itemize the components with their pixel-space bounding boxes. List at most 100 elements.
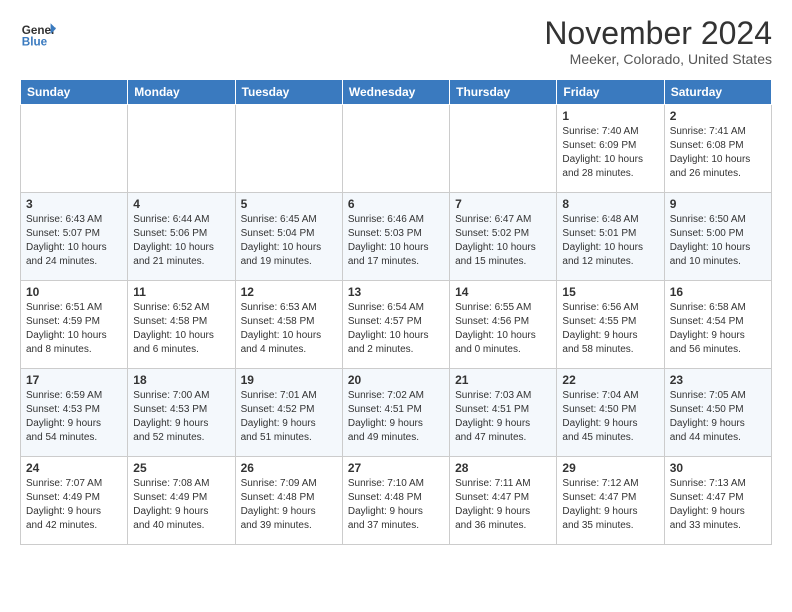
- day-cell-4-4: 28Sunrise: 7:11 AM Sunset: 4:47 PM Dayli…: [450, 457, 557, 545]
- day-cell-0-5: 1 Sunrise: 7:40 AM Sunset: 6:09 PM Daylig…: [557, 105, 664, 193]
- day-number-23: 23: [670, 373, 766, 387]
- day-info-10: Sunrise: 6:51 AM Sunset: 4:59 PM Dayligh…: [26, 301, 122, 357]
- day-number-16: 16: [670, 285, 766, 299]
- day-cell-3-0: 17 Sunrise: 6:59 AM Sunset: 4:53 PM Dayli…: [21, 369, 128, 457]
- day-cell-2-0: 10 Sunrise: 6:51 AM Sunset: 4:59 PM Dayli…: [21, 281, 128, 369]
- day-number-5: 5: [241, 197, 337, 211]
- header-thursday: Thursday: [450, 80, 557, 105]
- day-info-26: Sunrise: 7:09 AM Sunset: 4:48 PM Dayligh…: [241, 477, 337, 533]
- day-number-10: 10: [26, 285, 122, 299]
- day-cell-1-3: 6 Sunrise: 6:46 AM Sunset: 5:03 PM Daylig…: [342, 193, 449, 281]
- day-info-8: Sunrise: 6:48 AM Sunset: 5:01 PM Dayligh…: [562, 213, 658, 269]
- day-number-15: 15: [562, 285, 658, 299]
- day-number-18: 18: [133, 373, 229, 387]
- day-info-11: Sunrise: 6:52 AM Sunset: 4:58 PM Dayligh…: [133, 301, 229, 357]
- month-title: November 2024: [544, 16, 772, 51]
- week-row-0: 1 Sunrise: 7:40 AM Sunset: 6:09 PM Daylig…: [21, 105, 772, 193]
- day-number-9: 9: [670, 197, 766, 211]
- day-number-6: 6: [348, 197, 444, 211]
- day-info-25: Sunrise: 7:08 AM Sunset: 4:49 PM Dayligh…: [133, 477, 229, 533]
- day-number-20: 20: [348, 373, 444, 387]
- day-info-27: Sunrise: 7:10 AM Sunset: 4:48 PM Dayligh…: [348, 477, 444, 533]
- day-number-11: 11: [133, 285, 229, 299]
- logo: General Blue: [20, 16, 56, 52]
- day-cell-2-6: 16 Sunrise: 6:58 AM Sunset: 4:54 PM Dayli…: [664, 281, 771, 369]
- day-info-1: Sunrise: 7:40 AM Sunset: 6:09 PM Dayligh…: [562, 125, 658, 181]
- weekday-header-row: Sunday Monday Tuesday Wednesday Thursday…: [21, 80, 772, 105]
- day-cell-0-1: [128, 105, 235, 193]
- day-cell-1-1: 4Sunrise: 6:44 AM Sunset: 5:06 PM Daylig…: [128, 193, 235, 281]
- week-row-1: 3 Sunrise: 6:43 AM Sunset: 5:07 PM Daylig…: [21, 193, 772, 281]
- day-info-6: Sunrise: 6:46 AM Sunset: 5:03 PM Dayligh…: [348, 213, 444, 269]
- day-number-27: 27: [348, 461, 444, 475]
- day-cell-2-2: 12Sunrise: 6:53 AM Sunset: 4:58 PM Dayli…: [235, 281, 342, 369]
- day-info-14: Sunrise: 6:55 AM Sunset: 4:56 PM Dayligh…: [455, 301, 551, 357]
- day-info-30: Sunrise: 7:13 AM Sunset: 4:47 PM Dayligh…: [670, 477, 766, 533]
- day-cell-3-4: 21 Sunrise: 7:03 AM Sunset: 4:51 PM Dayli…: [450, 369, 557, 457]
- day-cell-3-3: 20 Sunrise: 7:02 AM Sunset: 4:51 PM Dayli…: [342, 369, 449, 457]
- day-number-28: 28: [455, 461, 551, 475]
- day-info-23: Sunrise: 7:05 AM Sunset: 4:50 PM Dayligh…: [670, 389, 766, 445]
- day-number-21: 21: [455, 373, 551, 387]
- day-number-8: 8: [562, 197, 658, 211]
- day-info-2: Sunrise: 7:41 AM Sunset: 6:08 PM Dayligh…: [670, 125, 766, 181]
- day-info-5: Sunrise: 6:45 AM Sunset: 5:04 PM Dayligh…: [241, 213, 337, 269]
- day-info-16: Sunrise: 6:58 AM Sunset: 4:54 PM Dayligh…: [670, 301, 766, 357]
- header-friday: Friday: [557, 80, 664, 105]
- day-cell-3-5: 22Sunrise: 7:04 AM Sunset: 4:50 PM Dayli…: [557, 369, 664, 457]
- header-wednesday: Wednesday: [342, 80, 449, 105]
- day-info-18: Sunrise: 7:00 AM Sunset: 4:53 PM Dayligh…: [133, 389, 229, 445]
- day-cell-4-1: 25 Sunrise: 7:08 AM Sunset: 4:49 PM Dayli…: [128, 457, 235, 545]
- day-info-17: Sunrise: 6:59 AM Sunset: 4:53 PM Dayligh…: [26, 389, 122, 445]
- calendar-table: Sunday Monday Tuesday Wednesday Thursday…: [20, 79, 772, 545]
- day-cell-4-0: 24 Sunrise: 7:07 AM Sunset: 4:49 PM Dayli…: [21, 457, 128, 545]
- day-info-21: Sunrise: 7:03 AM Sunset: 4:51 PM Dayligh…: [455, 389, 551, 445]
- day-number-12: 12: [241, 285, 337, 299]
- header-sunday: Sunday: [21, 80, 128, 105]
- day-info-19: Sunrise: 7:01 AM Sunset: 4:52 PM Dayligh…: [241, 389, 337, 445]
- header-tuesday: Tuesday: [235, 80, 342, 105]
- day-number-24: 24: [26, 461, 122, 475]
- day-info-9: Sunrise: 6:50 AM Sunset: 5:00 PM Dayligh…: [670, 213, 766, 269]
- day-number-3: 3: [26, 197, 122, 211]
- day-cell-1-4: 7Sunrise: 6:47 AM Sunset: 5:02 PM Daylig…: [450, 193, 557, 281]
- day-number-13: 13: [348, 285, 444, 299]
- day-info-3: Sunrise: 6:43 AM Sunset: 5:07 PM Dayligh…: [26, 213, 122, 269]
- day-number-4: 4: [133, 197, 229, 211]
- header-saturday: Saturday: [664, 80, 771, 105]
- logo-icon: General Blue: [20, 16, 56, 52]
- week-row-3: 17 Sunrise: 6:59 AM Sunset: 4:53 PM Dayli…: [21, 369, 772, 457]
- day-number-29: 29: [562, 461, 658, 475]
- day-info-22: Sunrise: 7:04 AM Sunset: 4:50 PM Dayligh…: [562, 389, 658, 445]
- day-cell-2-1: 11 Sunrise: 6:52 AM Sunset: 4:58 PM Dayli…: [128, 281, 235, 369]
- day-cell-3-6: 23 Sunrise: 7:05 AM Sunset: 4:50 PM Dayli…: [664, 369, 771, 457]
- day-cell-0-0: [21, 105, 128, 193]
- day-number-30: 30: [670, 461, 766, 475]
- day-info-13: Sunrise: 6:54 AM Sunset: 4:57 PM Dayligh…: [348, 301, 444, 357]
- day-cell-2-3: 13 Sunrise: 6:54 AM Sunset: 4:57 PM Dayli…: [342, 281, 449, 369]
- day-info-7: Sunrise: 6:47 AM Sunset: 5:02 PM Dayligh…: [455, 213, 551, 269]
- day-cell-1-5: 8 Sunrise: 6:48 AM Sunset: 5:01 PM Daylig…: [557, 193, 664, 281]
- page-header: General Blue November 2024 Meeker, Color…: [20, 16, 772, 67]
- title-block: November 2024 Meeker, Colorado, United S…: [544, 16, 772, 67]
- day-number-19: 19: [241, 373, 337, 387]
- day-cell-1-6: 9 Sunrise: 6:50 AM Sunset: 5:00 PM Daylig…: [664, 193, 771, 281]
- day-number-14: 14: [455, 285, 551, 299]
- week-row-4: 24 Sunrise: 7:07 AM Sunset: 4:49 PM Dayli…: [21, 457, 772, 545]
- day-number-1: 1: [562, 109, 658, 123]
- day-cell-4-5: 29 Sunrise: 7:12 AM Sunset: 4:47 PM Dayli…: [557, 457, 664, 545]
- day-cell-3-1: 18 Sunrise: 7:00 AM Sunset: 4:53 PM Dayli…: [128, 369, 235, 457]
- day-info-29: Sunrise: 7:12 AM Sunset: 4:47 PM Dayligh…: [562, 477, 658, 533]
- svg-text:Blue: Blue: [22, 36, 48, 49]
- day-number-25: 25: [133, 461, 229, 475]
- day-number-26: 26: [241, 461, 337, 475]
- location: Meeker, Colorado, United States: [544, 51, 772, 67]
- calendar-page: General Blue November 2024 Meeker, Color…: [0, 0, 792, 561]
- day-cell-4-3: 27 Sunrise: 7:10 AM Sunset: 4:48 PM Dayli…: [342, 457, 449, 545]
- day-info-20: Sunrise: 7:02 AM Sunset: 4:51 PM Dayligh…: [348, 389, 444, 445]
- day-info-24: Sunrise: 7:07 AM Sunset: 4:49 PM Dayligh…: [26, 477, 122, 533]
- day-cell-2-5: 15Sunrise: 6:56 AM Sunset: 4:55 PM Dayli…: [557, 281, 664, 369]
- day-cell-2-4: 14 Sunrise: 6:55 AM Sunset: 4:56 PM Dayli…: [450, 281, 557, 369]
- day-number-17: 17: [26, 373, 122, 387]
- day-cell-1-0: 3 Sunrise: 6:43 AM Sunset: 5:07 PM Daylig…: [21, 193, 128, 281]
